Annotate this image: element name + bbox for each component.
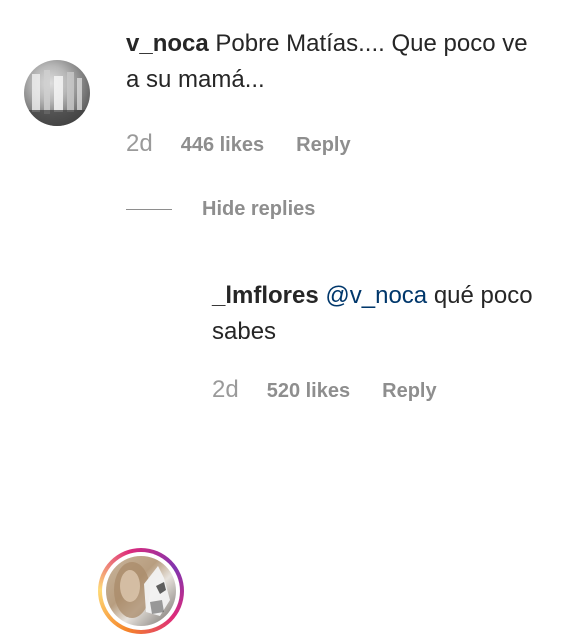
divider-line [126,209,172,210]
avatar-photo-icon [24,70,90,126]
comment-time[interactable]: 2d [126,130,153,158]
comment-meta: 2d 446 likes Reply [126,130,351,158]
hide-replies-label: Hide replies [202,198,316,220]
comment-username[interactable]: v_noca [126,30,209,57]
avatar-photo-icon [114,562,170,618]
reply-time[interactable]: 2d [212,376,239,404]
comment-body: v_noca Pobre Matías.... Que poco ve a su… [126,26,546,98]
avatar[interactable] [24,60,90,126]
hide-replies-button[interactable]: Hide replies [126,198,315,221]
avatar [106,556,176,626]
reply-comment: _lmflores @v_noca qué poco sabes 2d 520 … [0,250,564,634]
comment-likes[interactable]: 446 likes [181,134,264,157]
reply-button[interactable]: Reply [296,134,350,157]
reply-username[interactable]: _lmflores [212,282,319,309]
reply-button[interactable]: Reply [382,380,436,403]
story-ring[interactable] [98,548,184,634]
reply-likes[interactable]: 520 likes [267,380,350,403]
reply-meta: 2d 520 likes Reply [212,376,437,404]
comment: v_noca Pobre Matías.... Que poco ve a su… [0,0,564,220]
reply-mention[interactable]: @v_noca [325,282,427,309]
story-ring-gap [102,552,180,630]
reply-body: _lmflores @v_noca qué poco sabes [212,278,542,350]
